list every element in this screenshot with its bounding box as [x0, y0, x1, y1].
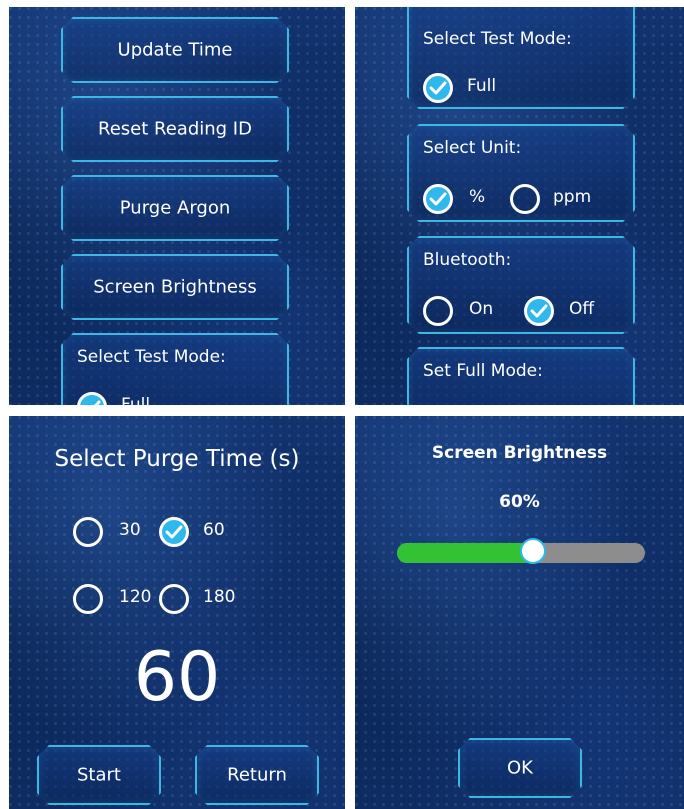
bluetooth-title: Bluetooth:: [423, 250, 512, 270]
purge-180-radio[interactable]: [159, 584, 189, 614]
purge-argon-label: Purge Argon: [119, 197, 231, 219]
unit-card: Select Unit: % ppm: [407, 124, 635, 222]
brightness-slider[interactable]: [397, 538, 645, 564]
check-icon: [165, 525, 183, 539]
screen-brightness-button[interactable]: Screen Brightness: [61, 254, 289, 320]
bluetooth-on-radio[interactable]: [423, 296, 453, 326]
purge-argon-button[interactable]: Purge Argon: [61, 175, 289, 241]
purge-title: Select Purge Time (s): [54, 446, 300, 472]
update-time-label: Update Time: [117, 39, 233, 61]
brightness-value: 60%: [499, 492, 540, 512]
purge-panel: Select Purge Time (s) 30 60 120 180 60 S…: [9, 416, 345, 809]
check-icon: [429, 80, 447, 96]
check-icon: [429, 191, 447, 207]
unit-ppm-radio[interactable]: [510, 184, 540, 214]
start-button[interactable]: Start: [37, 745, 161, 805]
return-label: Return: [227, 764, 287, 786]
start-label: Start: [77, 764, 121, 786]
bluetooth-off-radio[interactable]: [524, 296, 554, 326]
test-mode-card: Select Test Mode: Full: [61, 333, 289, 405]
unit-title: Select Unit:: [423, 138, 522, 158]
full-mode-card[interactable]: Set Full Mode:: [407, 347, 635, 405]
bluetooth-off-label: Off: [569, 299, 595, 319]
brightness-title: Screen Brightness: [431, 443, 608, 463]
unit-percent-label: %: [469, 187, 486, 207]
bluetooth-on-label: On: [469, 299, 494, 319]
menu-panel: Update Time Reset Reading ID Purge Argon…: [9, 7, 345, 405]
settings-panel: Select Test Mode: Full Select Unit: % pp…: [355, 7, 684, 405]
test-mode-title: Select Test Mode:: [423, 29, 572, 49]
test-mode-title: Select Test Mode:: [77, 347, 226, 367]
full-mode-label: Full: [121, 395, 151, 405]
purge-180-label: 180: [203, 587, 236, 607]
reset-reading-id-label: Reset Reading ID: [98, 118, 252, 140]
brightness-slider-knob[interactable]: [520, 538, 547, 564]
screen-brightness-label: Screen Brightness: [93, 276, 257, 298]
bluetooth-card: Bluetooth: On Off: [407, 236, 635, 334]
purge-120-label: 120: [119, 587, 152, 607]
unit-ppm-label: ppm: [553, 187, 592, 207]
purge-30-radio[interactable]: [73, 517, 103, 547]
ok-button[interactable]: OK: [458, 738, 582, 798]
update-time-button[interactable]: Update Time: [61, 17, 289, 83]
brightness-panel: Screen Brightness 60% OK: [355, 416, 684, 809]
full-mode-checkbox[interactable]: [77, 392, 107, 405]
ok-label: OK: [507, 757, 533, 779]
unit-percent-radio[interactable]: [423, 184, 453, 214]
purge-60-radio[interactable]: [159, 517, 189, 547]
check-icon: [530, 303, 548, 319]
return-button[interactable]: Return: [195, 745, 319, 805]
full-mode-checkbox[interactable]: [423, 73, 453, 103]
purge-30-label: 30: [119, 520, 141, 540]
full-mode-title: Set Full Mode:: [423, 361, 543, 381]
full-mode-label: Full: [467, 76, 497, 96]
reset-reading-id-button[interactable]: Reset Reading ID: [61, 96, 289, 162]
check-icon: [83, 399, 101, 405]
test-mode-card: Select Test Mode: Full: [407, 7, 635, 109]
purge-value: 60: [133, 638, 221, 717]
purge-60-label: 60: [203, 520, 225, 540]
brightness-slider-fill: [397, 543, 534, 563]
purge-120-radio[interactable]: [73, 584, 103, 614]
